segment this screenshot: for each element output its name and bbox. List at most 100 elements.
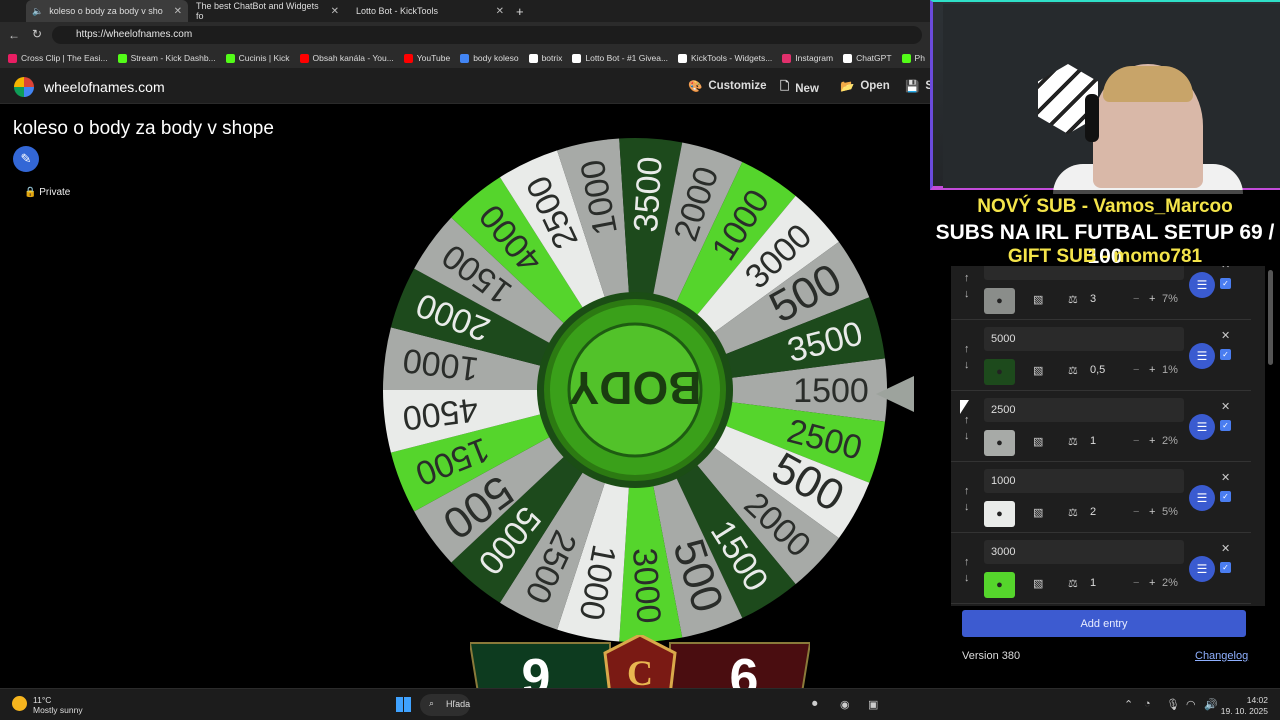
entry-color-button[interactable]: ● xyxy=(984,572,1015,598)
weight-decrease-button[interactable]: − xyxy=(1133,293,1139,305)
move-down-icon[interactable]: ↓ xyxy=(964,359,970,371)
bookmark-item[interactable]: Instagram xyxy=(782,53,833,63)
delete-entry-icon[interactable]: ✕ xyxy=(1221,329,1230,342)
weight-increase-button[interactable]: + xyxy=(1149,364,1155,376)
entry-text-input[interactable]: 5000 xyxy=(984,327,1184,351)
move-up-icon[interactable]: ↑ xyxy=(964,414,970,426)
entry-settings-button[interactable]: ☰ xyxy=(1189,343,1215,369)
entry-weight[interactable]: 1 xyxy=(1090,577,1096,589)
bookmark-item[interactable]: body koleso xyxy=(460,53,519,63)
wifi-icon[interactable]: ◠ xyxy=(1186,698,1196,711)
add-entry-button[interactable]: Add entry xyxy=(962,610,1246,637)
image-icon[interactable]: ▧ xyxy=(1033,435,1043,448)
entry-color-button[interactable]: ● xyxy=(984,288,1015,314)
weight-increase-button[interactable]: + xyxy=(1149,293,1155,305)
delete-entry-icon[interactable]: ✕ xyxy=(1221,400,1230,413)
spin-wheel[interactable]: 1500250050020001500500300010002500500050… xyxy=(380,135,890,645)
bookmark-item[interactable]: botrix xyxy=(528,53,562,63)
chevron-up-icon[interactable]: ⌃ xyxy=(1124,698,1133,711)
bookmark-item[interactable]: Obsah kanála - You... xyxy=(299,53,394,63)
move-up-icon[interactable]: ↑ xyxy=(964,272,970,284)
close-tab-icon[interactable]: ✕ xyxy=(174,6,182,17)
move-down-icon[interactable]: ↓ xyxy=(964,288,970,300)
entry-color-button[interactable]: ● xyxy=(984,430,1015,456)
windows-start-icon[interactable] xyxy=(396,697,411,712)
move-up-icon[interactable]: ↑ xyxy=(964,343,970,355)
wheelofnames-logo-icon[interactable] xyxy=(14,77,34,97)
entry-enabled-checkbox[interactable]: ✓ xyxy=(1220,349,1231,360)
new-tab-button[interactable]: + xyxy=(510,0,530,22)
move-down-icon[interactable]: ↓ xyxy=(964,572,970,584)
weather-description[interactable]: Mostly sunny xyxy=(33,705,83,715)
entry-text-input[interactable]: 1000 xyxy=(984,469,1184,493)
weight-increase-button[interactable]: + xyxy=(1149,435,1155,447)
move-up-icon[interactable]: ↑ xyxy=(964,485,970,497)
site-name[interactable]: wheelofnames.com xyxy=(44,79,165,95)
edit-title-button[interactable]: ✎ xyxy=(13,146,39,172)
bookmark-item[interactable]: Ph xyxy=(901,53,925,63)
bookmark-item[interactable]: YouTube xyxy=(403,53,450,63)
entry-settings-button[interactable]: ☰ xyxy=(1189,414,1215,440)
entry-text-input[interactable] xyxy=(984,266,1184,280)
back-icon[interactable]: ← xyxy=(8,28,20,42)
entries-scrollbar[interactable] xyxy=(1268,270,1273,365)
tab-chatbot[interactable]: The best ChatBot and Widgets fo ✕ xyxy=(190,0,345,22)
clock-time[interactable]: 14:02 xyxy=(1220,695,1268,705)
bookmark-item[interactable]: Cross Clip | The Easi... xyxy=(8,53,108,63)
weight-decrease-button[interactable]: − xyxy=(1133,364,1139,376)
entry-weight[interactable]: 3 xyxy=(1090,293,1096,305)
weather-temperature[interactable]: 11°C xyxy=(33,695,51,705)
image-icon[interactable]: ▧ xyxy=(1033,506,1043,519)
microphone-icon[interactable]: 🎙 xyxy=(1166,698,1180,711)
bookmark-item[interactable]: ChatGPT xyxy=(843,53,892,63)
save-button[interactable]: 💾S xyxy=(905,79,933,93)
clock-date[interactable]: 19. 10. 2025 xyxy=(1208,706,1268,716)
image-icon[interactable]: ▧ xyxy=(1033,577,1043,590)
move-down-icon[interactable]: ↓ xyxy=(964,501,970,513)
open-button[interactable]: 📂 Open xyxy=(840,79,890,93)
weight-decrease-button[interactable]: − xyxy=(1133,435,1139,447)
entry-weight[interactable]: 0,5 xyxy=(1090,364,1105,376)
entry-enabled-checkbox[interactable]: ✓ xyxy=(1220,278,1231,289)
customize-button[interactable]: 🎨 Customize xyxy=(688,79,766,93)
entry-color-button[interactable]: ● xyxy=(984,501,1015,527)
bookmark-item[interactable]: Cucinis | Kick xyxy=(225,53,290,63)
move-up-icon[interactable]: ↑ xyxy=(964,556,970,568)
entry-weight[interactable]: 1 xyxy=(1090,435,1096,447)
url-field[interactable]: https://wheelofnames.com xyxy=(52,26,922,44)
recording-app-icon[interactable]: ⏺ xyxy=(812,698,818,711)
tab-lotto[interactable]: Lotto Bot - KickTools ✕ xyxy=(350,0,510,22)
weight-increase-button[interactable]: + xyxy=(1149,577,1155,589)
entry-color-button[interactable]: ● xyxy=(984,359,1015,385)
tab-wheel[interactable]: 🔈 koleso o body za body v sho ✕ xyxy=(26,0,188,22)
weight-decrease-button[interactable]: − xyxy=(1133,577,1139,589)
image-icon[interactable]: ▧ xyxy=(1033,364,1043,377)
close-tab-icon[interactable]: ✕ xyxy=(496,6,504,17)
reload-icon[interactable]: ↻ xyxy=(32,27,42,41)
entry-weight[interactable]: 2 xyxy=(1090,506,1096,518)
delete-entry-icon[interactable]: ✕ xyxy=(1221,471,1230,484)
bookmark-item[interactable]: Lotto Bot - #1 Givea... xyxy=(572,53,668,63)
weight-increase-button[interactable]: + xyxy=(1149,506,1155,518)
network-icon[interactable]: ◔ xyxy=(1144,698,1151,710)
app-icon[interactable]: ▣ xyxy=(868,698,878,711)
entry-settings-button[interactable]: ☰ xyxy=(1189,556,1215,582)
entry-enabled-checkbox[interactable]: ✓ xyxy=(1220,562,1231,573)
entry-enabled-checkbox[interactable]: ✓ xyxy=(1220,491,1231,502)
move-down-icon[interactable]: ↓ xyxy=(964,430,970,442)
delete-entry-icon[interactable]: ✕ xyxy=(1221,542,1230,555)
entry-enabled-checkbox[interactable]: ✓ xyxy=(1220,420,1231,431)
obs-icon[interactable]: ◉ xyxy=(840,698,850,711)
close-tab-icon[interactable]: ✕ xyxy=(331,6,339,17)
entry-settings-button[interactable]: ☰ xyxy=(1189,272,1215,298)
new-button[interactable]: 🗋 New xyxy=(780,79,819,98)
image-icon[interactable]: ▧ xyxy=(1033,293,1043,306)
entry-settings-button[interactable]: ☰ xyxy=(1189,485,1215,511)
bookmark-item[interactable]: KickTools - Widgets... xyxy=(678,53,772,63)
private-badge[interactable]: 🔒 Private xyxy=(24,187,70,198)
changelog-link[interactable]: Changelog xyxy=(1195,650,1248,662)
entry-text-input[interactable]: 3000 xyxy=(984,540,1184,564)
wheel-title[interactable]: koleso o body za body v shope xyxy=(13,118,274,140)
bookmark-item[interactable]: Stream - Kick Dashb... xyxy=(117,53,216,63)
entry-text-input[interactable]: 2500 xyxy=(984,398,1184,422)
